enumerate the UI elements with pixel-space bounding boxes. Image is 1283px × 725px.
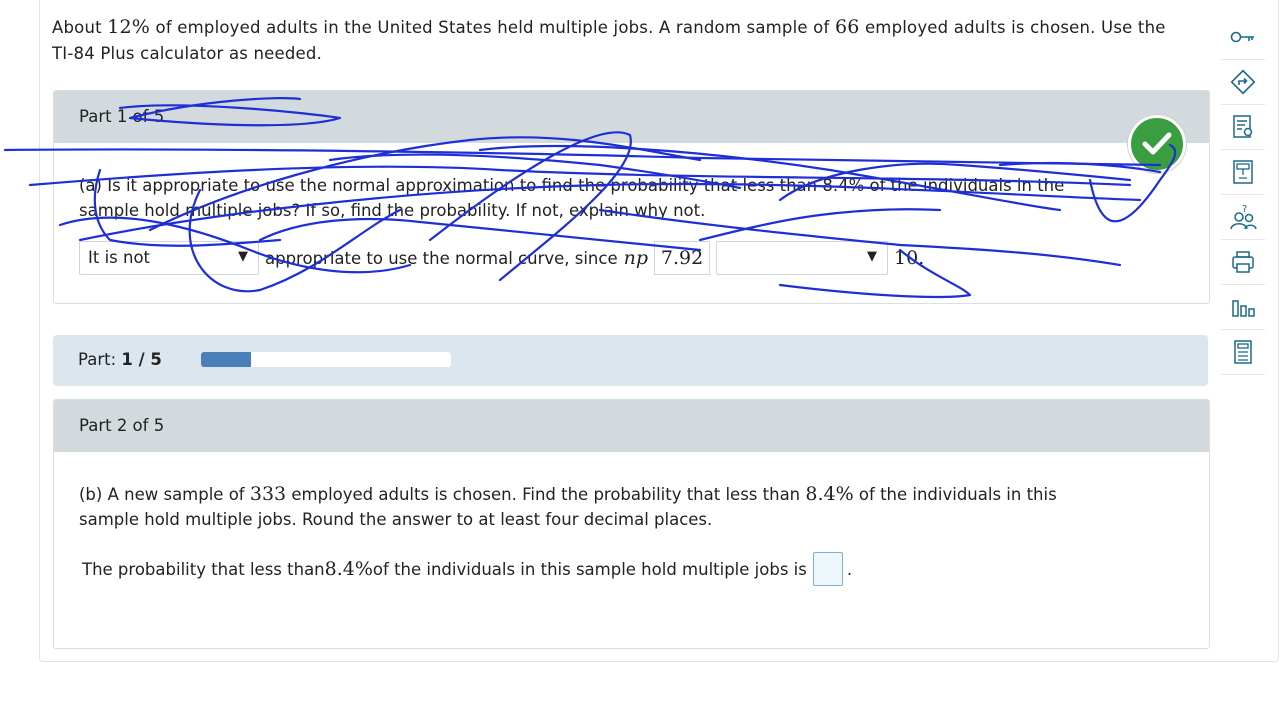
svg-text:?: ? — [1242, 204, 1247, 215]
intro-text: About — [52, 18, 108, 37]
answer-text: The probability that less than — [82, 559, 325, 579]
progress-value: 1 / 5 — [121, 350, 162, 369]
part-1-question: (a) Is it appropriate to use the normal … — [79, 173, 1179, 223]
answer-text: appropriate to use the normal curve, sin… — [265, 248, 618, 268]
intro-text: TI-84 Plus calculator as needed. — [52, 44, 323, 63]
problem-statement: About 12% of employed adults in the Unit… — [52, 14, 1212, 67]
question-text: employed adults is chosen. Find the prob… — [286, 485, 806, 504]
part-1-card: Part 1 of 5 (a) Is it appropriate to use… — [53, 90, 1210, 304]
help-people-icon[interactable]: ? — [1221, 195, 1265, 240]
directions-icon[interactable] — [1221, 60, 1265, 105]
np-symbol: np — [623, 247, 649, 269]
percent-value: 8.4% — [324, 558, 373, 580]
threshold-value: 10. — [894, 247, 925, 269]
answer-period: . — [846, 559, 853, 579]
percent-value: 8.4% — [805, 483, 854, 505]
correct-checkmark-icon — [1128, 115, 1186, 173]
printer-icon[interactable] — [1221, 240, 1265, 285]
reading-icon[interactable] — [1221, 105, 1265, 150]
calculator-book-icon[interactable] — [1221, 150, 1265, 195]
intro-sample-size: 66 — [834, 16, 860, 38]
probability-answer-input[interactable] — [812, 552, 843, 586]
tool-sidebar: ? — [1221, 15, 1267, 375]
progress-fill — [201, 352, 251, 367]
intro-percent: 12% — [107, 16, 151, 38]
part-2-answer: The probability that less than 8.4% of t… — [82, 552, 852, 586]
progress-track — [201, 352, 451, 367]
question-text: sample hold multiple jobs. Round the ans… — [79, 510, 713, 529]
bar-chart-icon[interactable] — [1221, 285, 1265, 330]
dropdown-arrow-icon: ▼ — [867, 249, 878, 264]
calculator-icon[interactable] — [1221, 330, 1265, 375]
intro-text: of employed adults in the United States … — [150, 18, 835, 37]
sample-size-value: 333 — [249, 483, 287, 505]
answer-text: of the individuals in this sample hold m… — [372, 559, 807, 579]
question-text: of the individuals in this — [853, 485, 1057, 504]
comparison-select[interactable]: ▼ — [716, 241, 889, 275]
progress-label: Part: 1 / 5 — [78, 350, 162, 369]
part-progress: Part: 1 / 5 — [53, 335, 1208, 386]
np-value: 7.92 — [654, 241, 711, 275]
question-line: (a) Is it appropriate to use the normal … — [79, 176, 1065, 195]
select-value: It is not — [88, 248, 151, 267]
intro-text: employed adults is chosen. Use the — [859, 18, 1166, 37]
key-icon[interactable] — [1221, 15, 1265, 60]
part-2-card: Part 2 of 5 (b) A new sample of 333 empl… — [53, 399, 1210, 649]
appropriateness-select[interactable]: It is not ▼ — [79, 241, 259, 275]
part-2-header: Part 2 of 5 — [54, 400, 1209, 452]
dropdown-arrow-icon: ▼ — [238, 249, 248, 264]
part-2-question: (b) A new sample of 333 employed adults … — [79, 482, 1179, 532]
question-text: (b) A new sample of — [79, 485, 250, 504]
question-line: sample hold multiple jobs? If so, find t… — [79, 201, 706, 220]
part-1-answer: It is not ▼ appropriate to use the norma… — [79, 241, 924, 275]
part-1-header: Part 1 of 5 — [54, 91, 1209, 143]
